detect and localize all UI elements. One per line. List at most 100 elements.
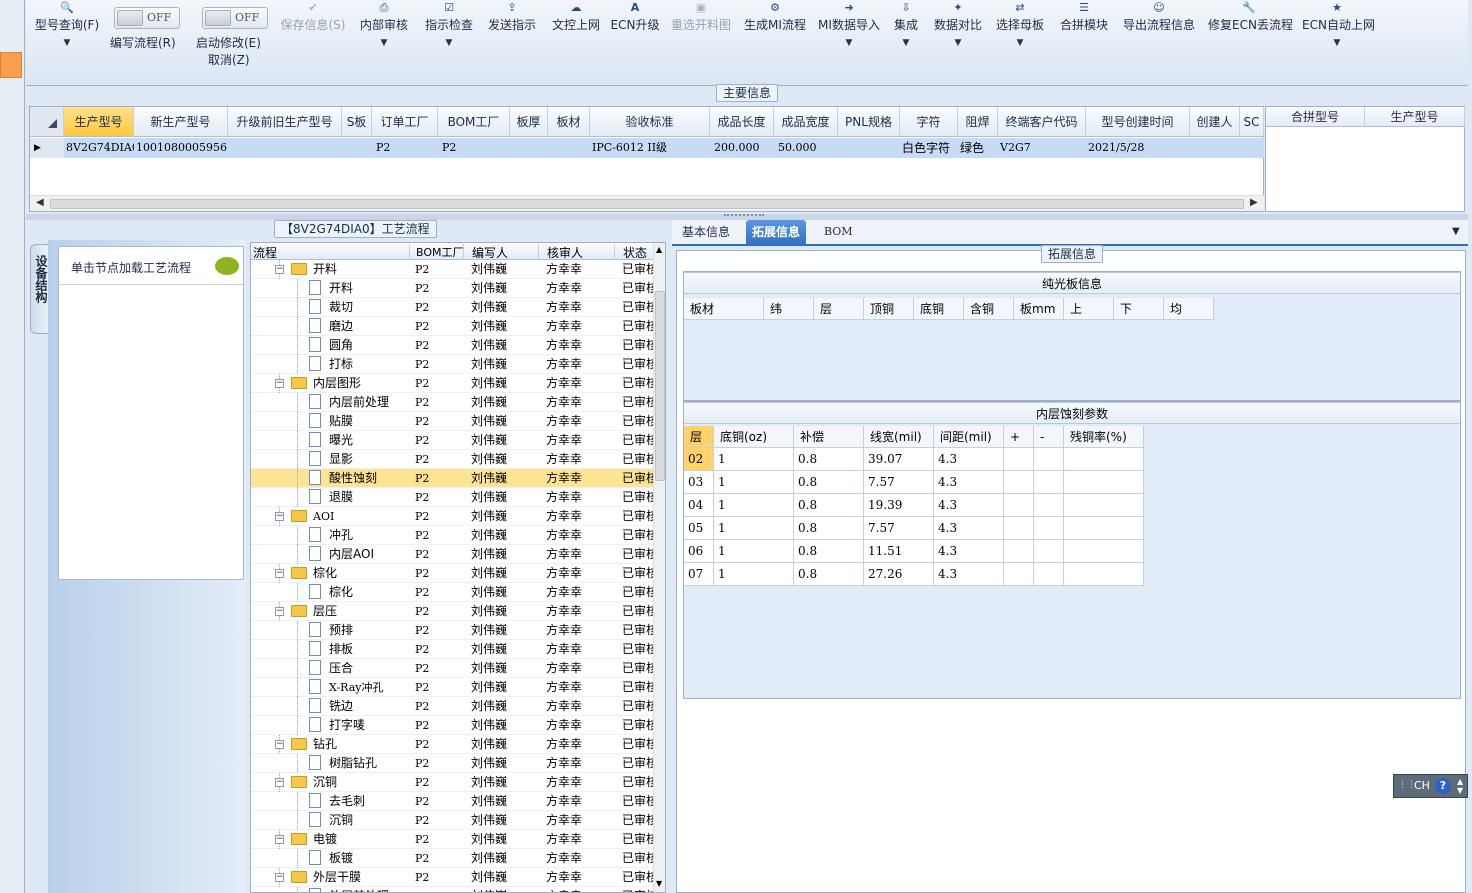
flow-cell-name[interactable]: 外层前处理 bbox=[329, 887, 409, 892]
flow-cell-name[interactable]: 板镀 bbox=[329, 849, 409, 868]
flow-cell-writer[interactable]: 刘伟巍 bbox=[471, 716, 537, 735]
flow-cell-reviewer[interactable]: 方幸幸 bbox=[546, 374, 612, 393]
flow-cell-bom[interactable]: P2 bbox=[415, 317, 463, 336]
etch-cell[interactable] bbox=[1034, 540, 1064, 563]
flow-cell-bom[interactable]: P2 bbox=[415, 640, 463, 659]
collapse-icon[interactable]: − bbox=[275, 607, 284, 616]
flow-cell-reviewer[interactable]: 方幸幸 bbox=[546, 602, 612, 621]
flow-cell-name[interactable]: 冲孔 bbox=[329, 526, 409, 545]
flow-vertical-scrollbar[interactable]: ▲ ▼ bbox=[653, 243, 665, 892]
flow-cell-name[interactable]: 铣边 bbox=[329, 697, 409, 716]
cell-acceptance[interactable]: IPC-6012 II级 bbox=[590, 138, 710, 158]
etch-cell[interactable] bbox=[1064, 448, 1144, 471]
flow-cell-name[interactable]: 电镀 bbox=[313, 830, 409, 849]
flow-cell-name[interactable]: 打标 bbox=[329, 355, 409, 374]
flow-cell-status[interactable]: 已审核 bbox=[622, 279, 653, 298]
flow-cell-reviewer[interactable]: 方幸幸 bbox=[546, 868, 612, 887]
col-header-customer-code[interactable]: 终端客户代码 bbox=[998, 107, 1086, 137]
flow-cell-writer[interactable]: 刘伟巍 bbox=[471, 849, 537, 868]
flow-row[interactable]: 树脂钻孔 P2 刘伟巍方幸幸已审核 bbox=[251, 754, 653, 773]
flow-row[interactable]: 沉铜 P2 刘伟巍方幸幸已审核 bbox=[251, 811, 653, 830]
flow-cell-status[interactable]: 已审核 bbox=[622, 450, 653, 469]
etch-cell[interactable]: 11.51 bbox=[864, 540, 934, 563]
col-header-prod-model[interactable]: 生产型号 bbox=[64, 107, 134, 137]
flow-cell-status[interactable]: 已审核 bbox=[622, 659, 653, 678]
integrate-button[interactable]: ⇩ 集成 ▼ bbox=[888, 0, 924, 84]
etch-cell[interactable] bbox=[1064, 517, 1144, 540]
collapse-icon[interactable]: − bbox=[275, 778, 284, 787]
flow-row[interactable]: 内层前处理 P2 刘伟巍方幸幸已审核 bbox=[251, 393, 653, 412]
flow-cell-status[interactable]: 已审核 bbox=[622, 507, 653, 526]
flow-row[interactable]: 压合 P2 刘伟巍方幸幸已审核 bbox=[251, 659, 653, 678]
flow-row[interactable]: 磨边 P2 刘伟巍方幸幸已审核 bbox=[251, 317, 653, 336]
flow-cell-writer[interactable]: 刘伟巍 bbox=[471, 678, 537, 697]
etch-cell[interactable]: 1 bbox=[714, 494, 794, 517]
col-header-merge-model[interactable]: 合拼型号 bbox=[1266, 107, 1365, 127]
flow-cell-name[interactable]: 去毛刺 bbox=[329, 792, 409, 811]
flow-cell-status[interactable]: 已审核 bbox=[622, 564, 653, 583]
flow-cell-status[interactable]: 已审核 bbox=[622, 792, 653, 811]
flow-cell-reviewer[interactable]: 方幸幸 bbox=[546, 640, 612, 659]
flow-cell-status[interactable]: 已审核 bbox=[622, 735, 653, 754]
etch-cell[interactable]: 27.26 bbox=[864, 563, 934, 586]
etch-col-header[interactable]: 线宽(mil) bbox=[864, 426, 934, 448]
flow-cell-reviewer[interactable]: 方幸幸 bbox=[546, 545, 612, 564]
etch-col-header[interactable]: - bbox=[1034, 426, 1064, 448]
flow-cell-name[interactable]: 外层干膜 bbox=[313, 868, 409, 887]
flow-cell-status[interactable]: 已审核 bbox=[622, 773, 653, 792]
flow-cell-writer[interactable]: 刘伟巍 bbox=[471, 792, 537, 811]
etch-cell[interactable]: 4.3 bbox=[934, 494, 1004, 517]
data-compare-button[interactable]: ✦ 数据对比 ▼ bbox=[930, 0, 986, 84]
cell-length[interactable]: 200.000 bbox=[710, 138, 774, 158]
chevron-down-icon[interactable]: ▼ bbox=[421, 38, 477, 48]
flow-cell-status[interactable]: 已审核 bbox=[622, 298, 653, 317]
bare-board-col[interactable]: 含铜 bbox=[964, 298, 1014, 320]
flow-cell-bom[interactable]: P2 bbox=[415, 868, 463, 887]
regen-cut-diagram-button[interactable]: ▣ 重选开料图 bbox=[668, 0, 734, 84]
flow-cell-reviewer[interactable]: 方幸幸 bbox=[546, 849, 612, 868]
flow-cell-status[interactable]: 已审核 bbox=[622, 545, 653, 564]
flow-cell-bom[interactable]: P2 bbox=[415, 355, 463, 374]
flow-cell-name[interactable]: 酸性蚀刻 bbox=[329, 469, 409, 488]
flow-cell-reviewer[interactable]: 方幸幸 bbox=[546, 279, 612, 298]
flow-cell-name[interactable]: 退膜 bbox=[329, 488, 409, 507]
flow-cell-writer[interactable]: 刘伟巍 bbox=[471, 621, 537, 640]
flow-cell-status[interactable]: 已审核 bbox=[622, 336, 653, 355]
flow-cell-name[interactable]: 棕化 bbox=[313, 564, 409, 583]
col-header-s-board[interactable]: S板 bbox=[342, 107, 372, 137]
etch-cell[interactable]: 7.57 bbox=[864, 517, 934, 540]
flow-cell-status[interactable]: 已审核 bbox=[622, 602, 653, 621]
flow-row[interactable]: 圆角 P2 刘伟巍方幸幸已审核 bbox=[251, 336, 653, 355]
flow-cell-name[interactable]: 钻孔 bbox=[313, 735, 409, 754]
flow-cell-status[interactable]: 已审核 bbox=[622, 811, 653, 830]
cell-sc[interactable] bbox=[1240, 138, 1264, 158]
flow-cell-bom[interactable]: P2 bbox=[415, 621, 463, 640]
cell-created-time[interactable]: 2021/5/28 bbox=[1086, 138, 1190, 158]
flow-cell-status[interactable]: 已审核 bbox=[622, 317, 653, 336]
ime-toolbar[interactable]: ⋮⋮ CH ? ▲ ▼ bbox=[1393, 774, 1468, 798]
help-icon[interactable]: ? bbox=[1435, 778, 1451, 794]
flow-cell-status[interactable]: 已审核 bbox=[622, 830, 653, 849]
flow-cell-status[interactable]: 已审核 bbox=[622, 697, 653, 716]
flow-row[interactable]: − AOI P2 刘伟巍方幸幸已审核 bbox=[251, 507, 653, 526]
flow-row[interactable]: − 电镀 P2 刘伟巍方幸幸已审核 bbox=[251, 830, 653, 849]
flow-row[interactable]: 曝光 P2 刘伟巍方幸幸已审核 bbox=[251, 431, 653, 450]
flow-cell-writer[interactable]: 刘伟巍 bbox=[471, 583, 537, 602]
flow-row[interactable]: − 开料 P2 刘伟巍方幸幸已审核 bbox=[251, 260, 653, 279]
flow-cell-status[interactable]: 已审核 bbox=[622, 431, 653, 450]
bare-board-col[interactable]: 底铜 bbox=[914, 298, 964, 320]
etch-cell[interactable] bbox=[1064, 563, 1144, 586]
flow-cell-writer[interactable]: 刘伟巍 bbox=[471, 279, 537, 298]
flow-cell-name[interactable]: 内层图形 bbox=[313, 374, 409, 393]
col-header-acceptance[interactable]: 验收标准 bbox=[590, 107, 710, 137]
flow-cell-writer[interactable]: 刘伟巍 bbox=[471, 754, 537, 773]
flow-cell-name[interactable]: 圆角 bbox=[329, 336, 409, 355]
etch-cell[interactable]: 4.3 bbox=[934, 563, 1004, 586]
bare-board-col[interactable]: 均 bbox=[1164, 298, 1214, 320]
save-info-button[interactable]: ✔ 保存信息(S) bbox=[276, 0, 350, 84]
flow-row[interactable]: 外层前处理 P2 刘伟巍 方幸幸 已审核 bbox=[251, 887, 653, 892]
cell-pnl[interactable] bbox=[838, 138, 900, 158]
collapse-icon[interactable]: − bbox=[275, 740, 284, 749]
etch-cell[interactable] bbox=[1034, 494, 1064, 517]
flow-cell-status[interactable]: 已审核 bbox=[622, 260, 653, 279]
